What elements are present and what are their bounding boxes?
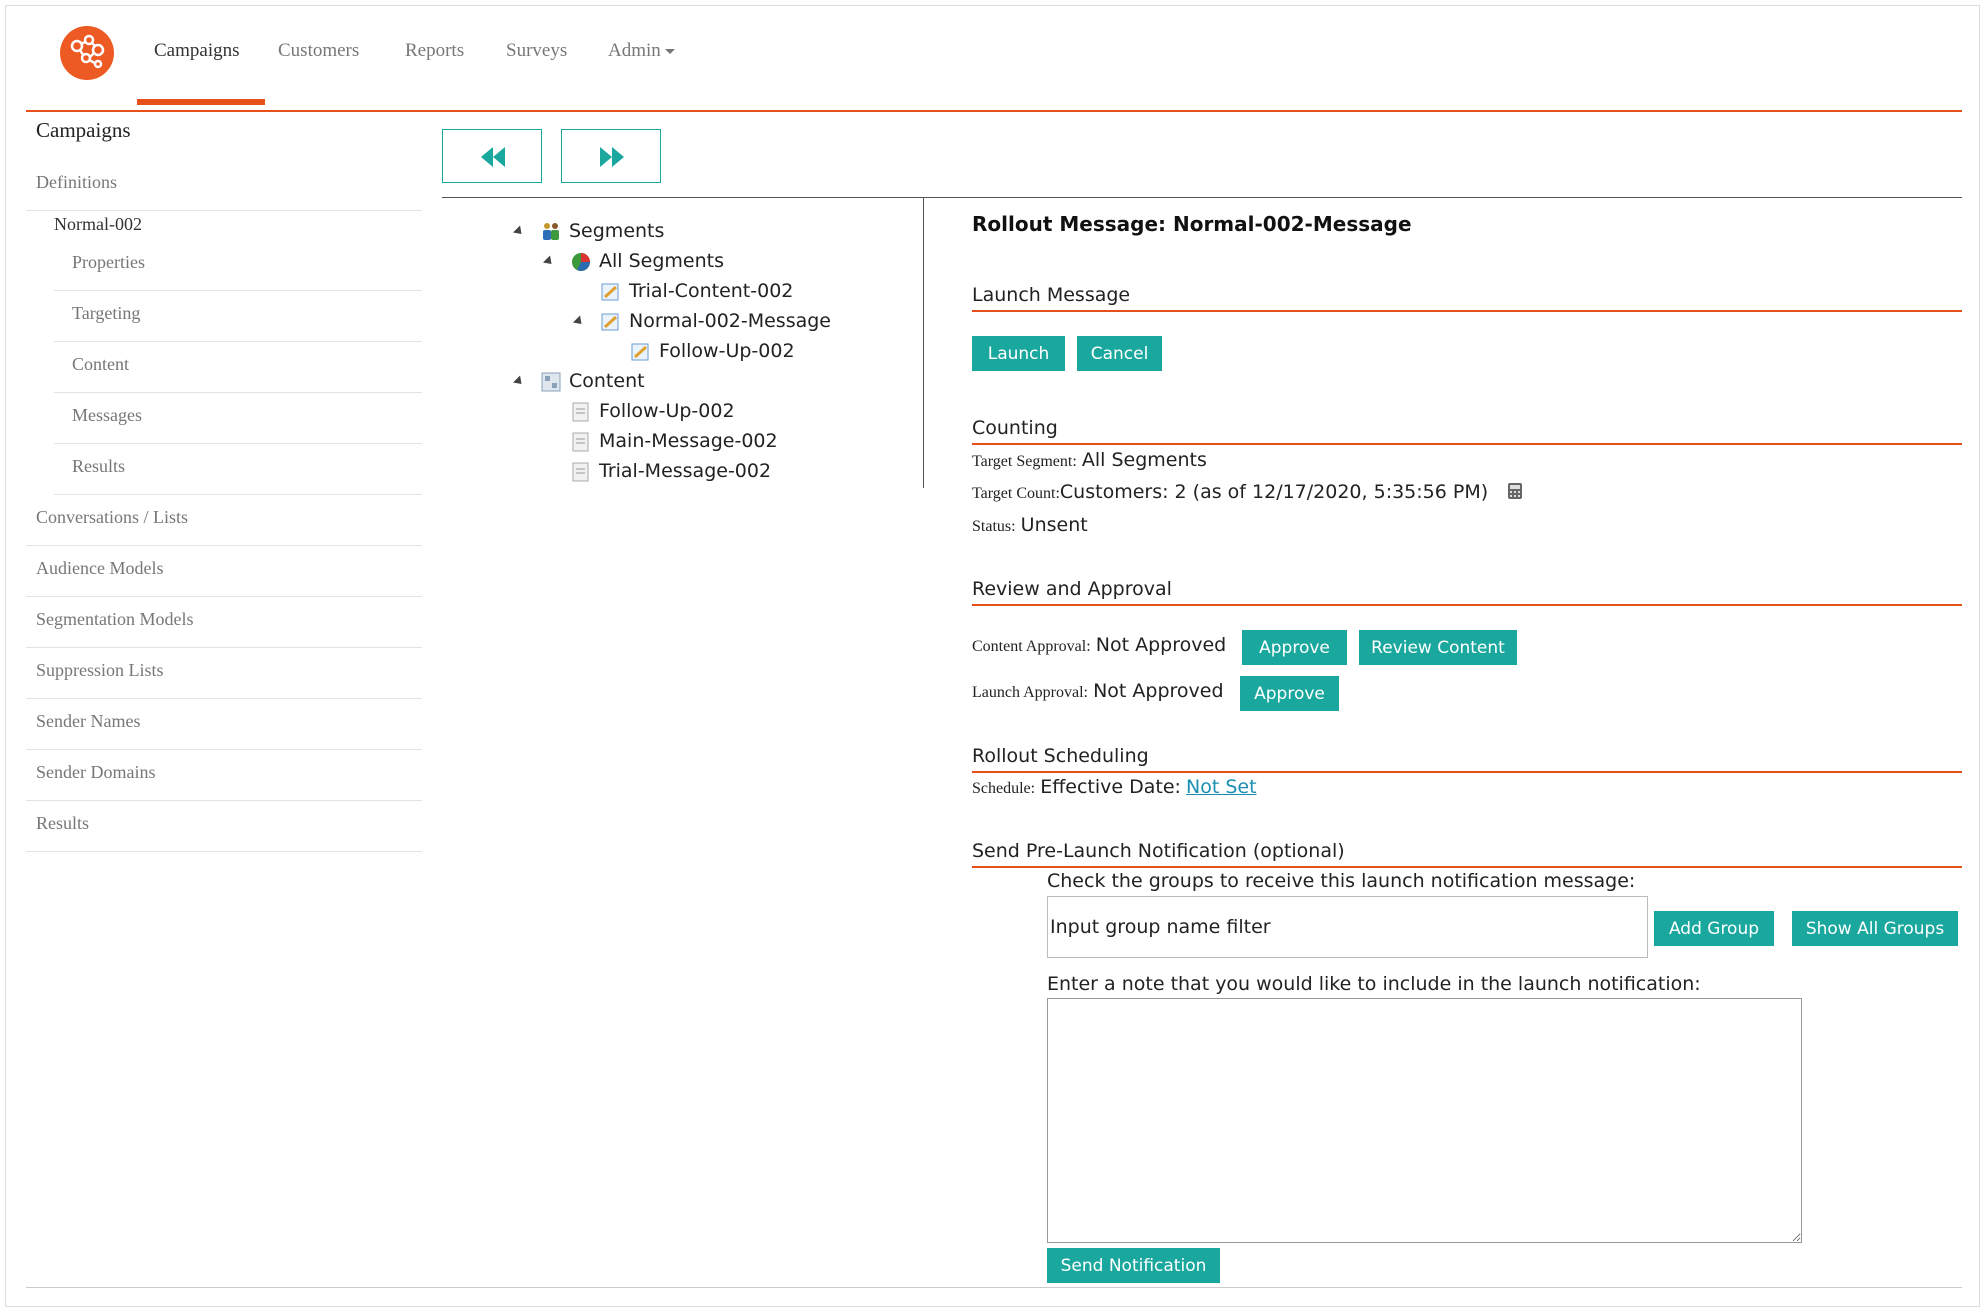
- nav-customers[interactable]: Customers: [278, 40, 359, 62]
- groups-prompt: Check the groups to receive this launch …: [1047, 870, 1636, 892]
- tree-node-follow-up-segment[interactable]: Follow-Up-002: [659, 340, 795, 362]
- launch-approval-value: Not Approved: [1093, 680, 1224, 702]
- content-divider: [442, 197, 1962, 198]
- launch-button[interactable]: Launch: [972, 336, 1065, 371]
- cancel-button[interactable]: Cancel: [1077, 336, 1162, 371]
- sidebar-item-messages[interactable]: Messages: [54, 393, 422, 444]
- nav-admin-label: Admin: [608, 40, 661, 61]
- content-doc-icon: [572, 402, 589, 422]
- target-count-label: Target Count:: [972, 485, 1060, 502]
- content-doc-icon: [572, 462, 589, 482]
- tree-node-trial-content[interactable]: Trial-Content-002: [629, 280, 793, 302]
- approve-content-button[interactable]: Approve: [1242, 630, 1347, 665]
- content-approval-value: Not Approved: [1095, 634, 1227, 656]
- target-segment-value: All Segments: [1081, 449, 1207, 471]
- sidebar-item-content[interactable]: Content: [54, 342, 422, 393]
- nav-reports[interactable]: Reports: [405, 40, 464, 62]
- nav-admin-dropdown[interactable]: Admin: [608, 40, 675, 62]
- content-approval-row: Content Approval: Not Approved: [972, 634, 1226, 656]
- message-doc-icon: [631, 343, 649, 361]
- target-count-row: Target Count:Customers: 2 (as of 12/17/2…: [972, 481, 1523, 503]
- sidebar-item-properties[interactable]: Properties: [54, 240, 422, 291]
- sidebar-item-results[interactable]: Results: [26, 801, 422, 852]
- tree-node-main-message[interactable]: Main-Message-002: [599, 430, 778, 452]
- approve-launch-button[interactable]: Approve: [1240, 676, 1339, 711]
- content-approval-label: Content Approval:: [972, 638, 1091, 655]
- launch-approval-label: Launch Approval:: [972, 684, 1088, 701]
- detail-title: Rollout Message: Normal-002-Message: [972, 212, 1412, 236]
- status-row: Status: Unsent: [972, 514, 1088, 536]
- target-count-value: Customers: 2 (as of 12/17/2020, 5:35:56 …: [1059, 481, 1489, 503]
- calculator-icon[interactable]: [1507, 482, 1523, 500]
- effective-date-label: Effective Date:: [1040, 776, 1181, 798]
- tree-node-all-segments[interactable]: All Segments: [599, 250, 724, 272]
- status-value: Unsent: [1020, 514, 1088, 536]
- nav-campaigns[interactable]: Campaigns: [154, 40, 240, 62]
- pie-chart-icon: [572, 253, 590, 271]
- status-label: Status:: [972, 518, 1016, 535]
- notification-note-textarea[interactable]: [1047, 998, 1802, 1243]
- launch-approval-row: Launch Approval: Not Approved: [972, 680, 1224, 702]
- next-button[interactable]: [561, 129, 661, 183]
- schedule-label: Schedule:: [972, 780, 1036, 797]
- target-segment-label: Target Segment:: [972, 453, 1077, 470]
- sidebar-item-segmentation-models[interactable]: Segmentation Models: [26, 597, 422, 648]
- send-notification-button[interactable]: Send Notification: [1047, 1248, 1220, 1283]
- footer-divider: [26, 1287, 1962, 1288]
- sidebar-item-sender-domains[interactable]: Sender Domains: [26, 750, 422, 801]
- review-content-button[interactable]: Review Content: [1359, 630, 1517, 665]
- message-doc-icon: [601, 283, 619, 301]
- show-all-groups-button[interactable]: Show All Groups: [1792, 911, 1958, 946]
- sidebar-item-targeting[interactable]: Targeting: [54, 291, 422, 342]
- review-section-title: Review and Approval: [972, 578, 1962, 606]
- sidebar-item-sub-results[interactable]: Results: [54, 444, 422, 495]
- group-filter-input[interactable]: [1047, 896, 1648, 958]
- message-doc-icon: [601, 313, 619, 331]
- nav-surveys[interactable]: Surveys: [506, 40, 567, 62]
- sidebar-item-conversations[interactable]: Conversations / Lists: [26, 495, 422, 546]
- counting-section-title: Counting: [972, 417, 1962, 445]
- sidebar-item-definitions[interactable]: Definitions: [26, 160, 422, 211]
- double-chevron-right-icon: [600, 147, 624, 167]
- tree-node-trial-message[interactable]: Trial-Message-002: [599, 460, 771, 482]
- app-logo[interactable]: [60, 26, 114, 80]
- sidebar-item-suppression-lists[interactable]: Suppression Lists: [26, 648, 422, 699]
- notification-section-title: Send Pre-Launch Notification (optional): [972, 840, 1962, 868]
- target-segment-row: Target Segment: All Segments: [972, 449, 1207, 471]
- network-logo-icon: [70, 34, 105, 69]
- content-library-icon: [541, 372, 561, 392]
- sidebar-item-audience-models[interactable]: Audience Models: [26, 546, 422, 597]
- tree-node-content[interactable]: Content: [569, 370, 645, 392]
- tree-node-normal-message[interactable]: Normal-002-Message: [629, 310, 831, 332]
- sidebar-title: Campaigns: [36, 118, 131, 142]
- sidebar-item-sender-names[interactable]: Sender Names: [26, 699, 422, 750]
- nav-active-indicator: [137, 99, 265, 105]
- content-doc-icon: [572, 432, 589, 452]
- note-prompt: Enter a note that you would like to incl…: [1047, 973, 1701, 995]
- double-chevron-left-icon: [481, 147, 505, 167]
- launch-section-title: Launch Message: [972, 284, 1962, 312]
- scheduling-section-title: Rollout Scheduling: [972, 745, 1962, 773]
- add-group-button[interactable]: Add Group: [1654, 911, 1774, 946]
- schedule-row: Schedule: Effective Date: Not Set: [972, 776, 1257, 798]
- top-navbar: Campaigns Customers Reports Surveys Admi…: [26, 0, 1962, 112]
- effective-date-link[interactable]: Not Set: [1186, 776, 1257, 798]
- sidebar-current-campaign[interactable]: Normal-002: [54, 214, 142, 235]
- tree-node-segments[interactable]: Segments: [569, 220, 664, 242]
- tree-divider: [923, 198, 924, 488]
- chevron-down-icon: [664, 49, 675, 55]
- tree-node-follow-up[interactable]: Follow-Up-002: [599, 400, 735, 422]
- previous-button[interactable]: [442, 129, 542, 183]
- people-icon: [543, 223, 559, 240]
